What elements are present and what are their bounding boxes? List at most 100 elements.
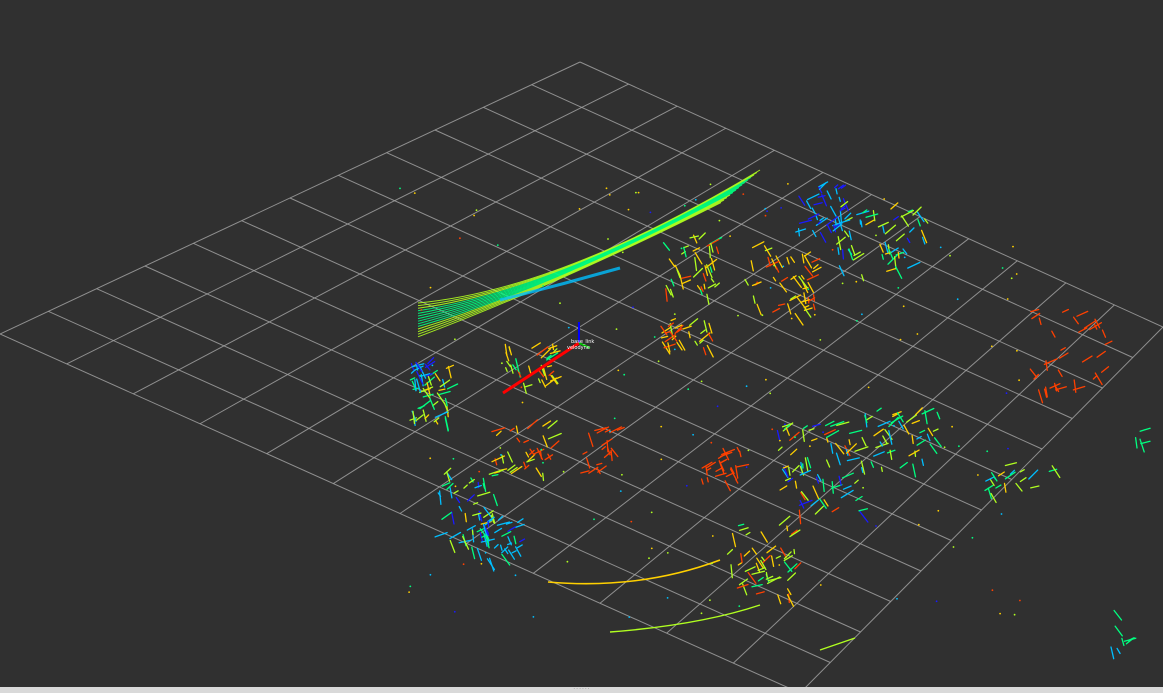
scan-point xyxy=(453,610,456,613)
scan-point xyxy=(499,447,502,449)
scan-point xyxy=(1015,273,1018,275)
scan-point xyxy=(501,362,503,365)
scan-stroke xyxy=(860,220,863,228)
scan-point xyxy=(683,204,686,207)
3d-viewport[interactable]: base_link velodyne xyxy=(0,0,1163,693)
scan-stroke xyxy=(765,571,768,578)
scan-stroke xyxy=(542,472,545,482)
scan-point xyxy=(700,380,703,383)
frame-label-bottom: velodyne xyxy=(567,345,590,351)
scan-point xyxy=(756,281,759,284)
scan-point xyxy=(809,445,811,448)
scan-point xyxy=(902,305,905,308)
scan-point xyxy=(621,473,623,476)
scan-point xyxy=(627,208,630,211)
scan-point xyxy=(710,441,713,444)
scan-stroke xyxy=(793,548,796,555)
scan-point xyxy=(429,286,432,289)
scan-point xyxy=(716,405,719,408)
scan-point xyxy=(990,345,993,348)
scan-stroke xyxy=(487,520,490,528)
scan-point xyxy=(666,597,669,599)
status-strip: ······ xyxy=(0,687,1163,693)
scan-point xyxy=(1001,267,1004,269)
scan-point xyxy=(718,219,721,222)
scan-stroke xyxy=(812,294,816,302)
scan-point xyxy=(692,433,694,436)
scan-point xyxy=(621,251,624,254)
scan-point xyxy=(431,364,434,367)
scan-point xyxy=(782,265,785,268)
scan-point xyxy=(939,246,942,249)
scan-point xyxy=(952,546,955,548)
scan-point xyxy=(484,551,487,554)
scan-point xyxy=(771,428,774,431)
scan-point xyxy=(593,518,595,521)
scan-point xyxy=(623,373,626,376)
scan-point xyxy=(856,320,858,322)
scan-point xyxy=(648,557,650,560)
scan-point xyxy=(1018,379,1020,382)
scan-point xyxy=(855,280,858,283)
scan-point xyxy=(822,431,824,434)
scan-point xyxy=(780,207,782,209)
scan-stroke xyxy=(837,247,840,255)
scan-point xyxy=(420,309,423,311)
scan-point xyxy=(409,585,412,588)
scan-stroke xyxy=(880,466,883,473)
scan-point xyxy=(650,547,653,550)
scan-stroke xyxy=(546,365,553,368)
scan-point xyxy=(745,466,748,469)
scan-point xyxy=(540,448,543,451)
scan-point xyxy=(419,374,422,377)
scan-point xyxy=(660,458,663,461)
scan-point xyxy=(787,183,789,185)
scan-point xyxy=(999,612,1001,615)
scan-point xyxy=(650,511,653,514)
scan-point xyxy=(653,336,656,338)
scan-point xyxy=(784,423,786,426)
scan-stroke xyxy=(708,245,711,259)
scan-point xyxy=(875,234,877,237)
scan-point xyxy=(729,235,731,238)
scan-point xyxy=(790,317,793,320)
scan-point xyxy=(459,237,461,240)
scan-point xyxy=(542,285,544,287)
scan-stroke xyxy=(797,228,801,237)
resize-grip[interactable]: ······ xyxy=(572,687,592,693)
scan-point xyxy=(632,306,634,309)
scan-stroke xyxy=(706,477,709,483)
scan-stroke xyxy=(606,439,609,453)
scan-point xyxy=(429,573,432,576)
scan-point xyxy=(711,535,714,537)
scan-point xyxy=(605,187,608,190)
scan-point xyxy=(520,386,523,389)
scan-stroke xyxy=(897,251,900,259)
scan-point xyxy=(496,244,499,247)
scan-point xyxy=(819,584,822,586)
scan-point xyxy=(977,474,979,476)
scan-point xyxy=(408,591,410,593)
scan-point xyxy=(630,520,633,523)
scan-point xyxy=(657,360,660,363)
scan-point xyxy=(769,287,772,289)
scan-point xyxy=(764,207,767,210)
scan-point xyxy=(867,386,870,389)
scan-point xyxy=(766,210,768,213)
scan-point xyxy=(413,192,416,195)
scan-point xyxy=(761,314,764,317)
scan-point xyxy=(742,193,745,196)
scan-point xyxy=(951,425,953,428)
scan-point xyxy=(567,326,570,329)
scan-point xyxy=(649,211,652,214)
scan-point xyxy=(462,563,465,566)
scan-point xyxy=(1012,245,1014,248)
scan-point xyxy=(680,247,683,250)
scan-stroke xyxy=(786,525,789,532)
scan-point xyxy=(949,254,951,257)
scan-point xyxy=(935,600,938,603)
scan-point xyxy=(778,564,781,566)
scan-point xyxy=(709,599,711,602)
scan-point xyxy=(794,436,796,439)
scan-point xyxy=(1010,277,1013,280)
